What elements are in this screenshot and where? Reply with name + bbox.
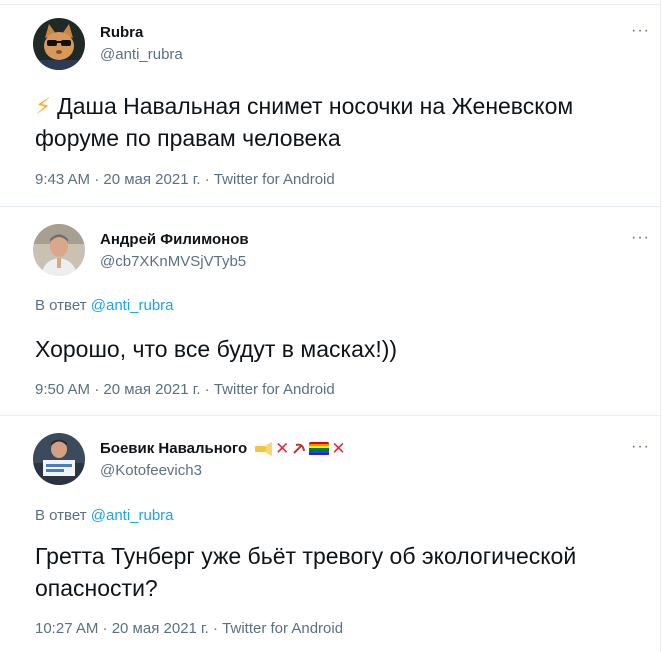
cat-with-sunglasses-avatar-icon (33, 18, 85, 70)
display-name-text: Боевик Навального (100, 440, 248, 457)
tweet-boevik[interactable]: Боевик Навального ✕ ✕ @Kotofeevich3 ··· (0, 416, 660, 652)
tweet-text: Хорошо, что все будут в масках!)) (35, 336, 398, 362)
tweet-text: Гретта Тунберг уже бьёт тревогу об эколо… (35, 543, 577, 601)
man-portrait-avatar-icon (33, 224, 85, 276)
display-name[interactable]: Rubra (100, 24, 143, 41)
tweet-text: ⚡ Даша Навальная снимет носочки на Женевс… (35, 90, 650, 154)
user-handle[interactable]: @Kotofeevich3 (100, 462, 202, 479)
tweet-timestamp[interactable]: 9:43 AM · 20 мая 2021 г. · Twitter for A… (35, 171, 335, 188)
reply-context: В ответ @anti_rubra (35, 507, 174, 524)
more-options-icon[interactable]: ··· (631, 230, 650, 246)
tweet-timestamp[interactable]: 9:50 AM · 20 мая 2021 г. · Twitter for A… (35, 381, 335, 398)
tweet-filimonov[interactable]: Андрей Филимонов @cb7XKnMVSjVTyb5 ··· В … (0, 207, 660, 415)
person-holding-sign-avatar-icon (33, 433, 85, 485)
cross-mark-icon: ✕ (275, 438, 290, 458)
reply-mention-link[interactable]: @anti_rubra (91, 507, 174, 524)
name-emojis: ✕ ✕ (253, 438, 346, 458)
user-handle[interactable]: @anti_rubra (100, 46, 183, 63)
hammer-sickle-icon (293, 443, 306, 454)
timeline-edge (660, 0, 661, 652)
more-options-icon[interactable]: ··· (631, 439, 650, 455)
avatar[interactable] (33, 18, 85, 70)
reply-context: В ответ @anti_rubra (35, 297, 174, 314)
more-options-icon[interactable]: ··· (631, 23, 650, 39)
reply-mention-link[interactable]: @anti_rubra (91, 297, 174, 314)
display-name[interactable]: Андрей Филимонов (100, 231, 249, 248)
avatar[interactable] (33, 224, 85, 276)
flashlight-icon (255, 441, 273, 456)
reply-prefix: В ответ (35, 507, 87, 524)
tweet-rubra[interactable]: Rubra @anti_rubra ··· ⚡ Даша Навальная сн… (0, 0, 660, 206)
rainbow-flag-icon (309, 441, 330, 456)
tweet-text-content: Даша Навальная снимет носочки на Женевск… (35, 93, 574, 151)
lightning-icon: ⚡ (35, 93, 52, 119)
avatar[interactable] (33, 433, 85, 485)
tweet-timestamp[interactable]: 10:27 AM · 20 мая 2021 г. · Twitter for … (35, 620, 343, 637)
reply-prefix: В ответ (35, 297, 87, 314)
cross-mark-icon: ✕ (331, 438, 346, 458)
user-handle[interactable]: @cb7XKnMVSjVTyb5 (100, 253, 246, 270)
display-name[interactable]: Боевик Навального ✕ ✕ (100, 438, 346, 458)
